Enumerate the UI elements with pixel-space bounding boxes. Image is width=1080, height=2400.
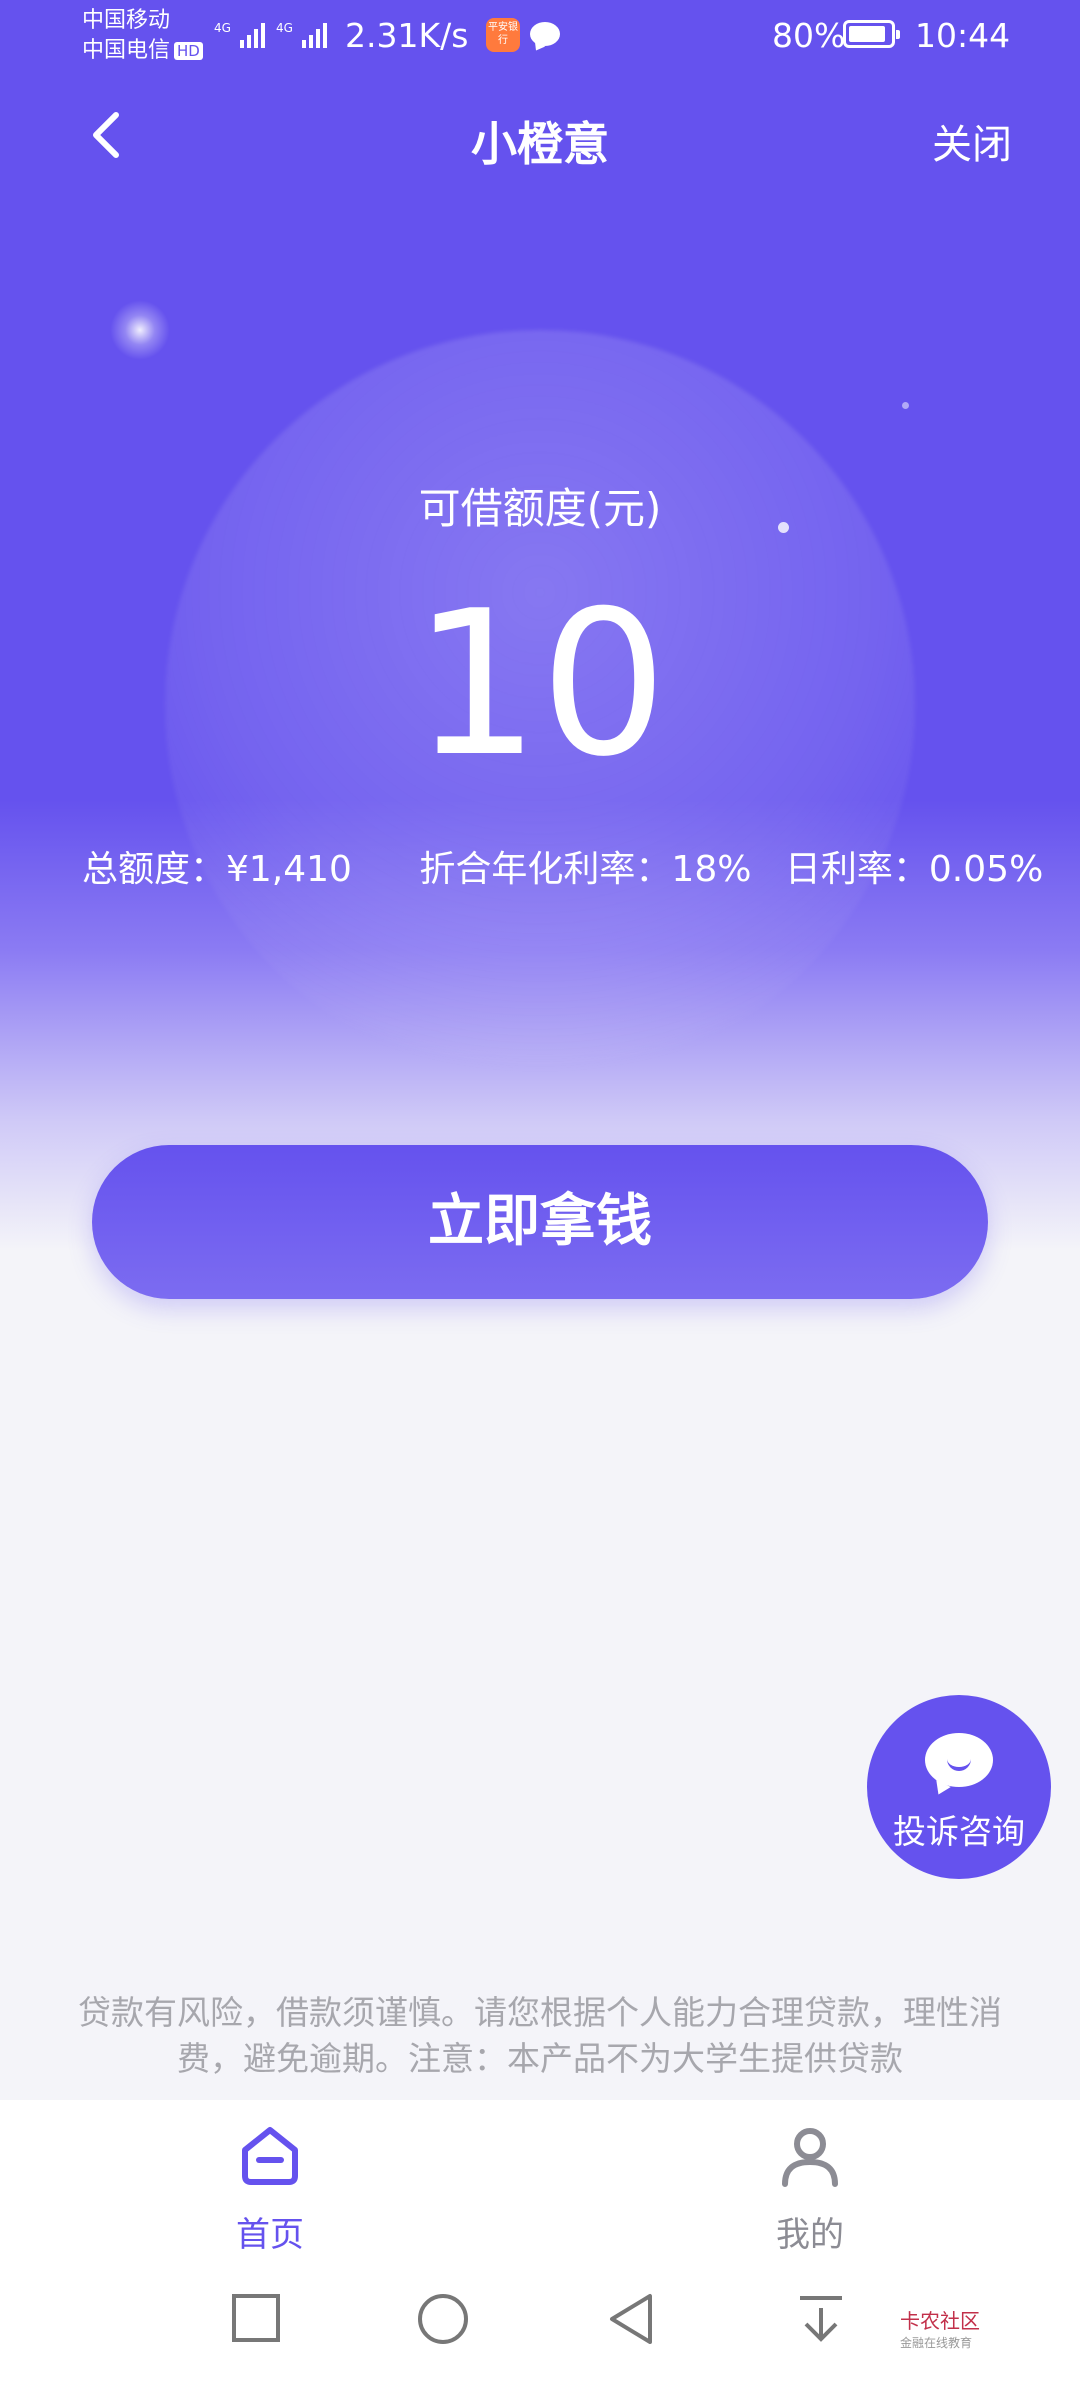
disclaimer-line-1: 贷款有风险，借款须谨慎。请您根据个人能力合理贷款，理性消 bbox=[78, 1993, 1002, 2032]
available-limit-amount: 10 bbox=[412, 568, 668, 801]
risk-disclaimer: 贷款有风险，借款须谨慎。请您根据个人能力合理贷款，理性消 费，避免逾期。注意：本… bbox=[48, 1990, 1032, 2082]
tab-home[interactable]: 首页 bbox=[170, 2120, 370, 2256]
back-triangle-icon[interactable] bbox=[606, 2292, 656, 2346]
chat-bubble-icon bbox=[925, 1733, 993, 1787]
carrier-2: 中国电信 bbox=[82, 38, 171, 63]
complaint-label: 投诉咨询 bbox=[893, 1812, 1025, 1851]
status-bar: 中国移动 中国电信 HD 4G 4G 2.31K/s 平安银行 80% 10:44 bbox=[0, 0, 1080, 80]
signal-4g-icon-2: 4G bbox=[276, 21, 327, 48]
total-limit: 总额度：¥1,410 bbox=[82, 849, 352, 890]
hd-badge: HD bbox=[174, 42, 203, 60]
message-icon bbox=[530, 22, 560, 46]
tab-mine-label: 我的 bbox=[776, 2215, 844, 2255]
home-icon bbox=[242, 2127, 298, 2185]
battery-percentage: 80% bbox=[772, 16, 846, 55]
carrier-1: 中国移动 bbox=[82, 8, 171, 33]
user-icon bbox=[782, 2128, 838, 2187]
get-money-button[interactable]: 立即拿钱 bbox=[92, 1145, 988, 1299]
decorative-sparkle bbox=[110, 300, 170, 360]
watermark-name: 卡农社区 bbox=[900, 2309, 980, 2333]
rate-info: 总额度：¥1,410 折合年化利率：18% 日利率：0.05% bbox=[82, 840, 1043, 892]
recent-apps-icon[interactable] bbox=[230, 2292, 282, 2344]
close-button[interactable]: 关闭 bbox=[932, 112, 1012, 170]
watermark-sub: 金融在线教育 bbox=[900, 2336, 973, 2350]
tab-mine[interactable]: 我的 bbox=[710, 2120, 910, 2256]
bottom-tab-bar: 首页 我的 bbox=[0, 2100, 1080, 2255]
available-limit-label: 可借额度(元) bbox=[418, 484, 662, 533]
svg-text:4G: 4G bbox=[214, 21, 231, 35]
complaint-consult-button[interactable]: 投诉咨询 bbox=[867, 1695, 1051, 1879]
svg-text:4G: 4G bbox=[276, 21, 293, 35]
signal-4g-icon: 4G bbox=[214, 21, 265, 48]
annual-rate: 折合年化利率：18% bbox=[419, 849, 752, 890]
tab-home-label: 首页 bbox=[236, 2215, 304, 2255]
carrier-info: 中国移动 中国电信 HD bbox=[82, 6, 203, 66]
battery-icon bbox=[843, 20, 900, 48]
daily-rate: 日利率：0.05% bbox=[784, 849, 1044, 890]
disclaimer-line-2: 费，避免逾期。注意：本产品不为大学生提供贷款 bbox=[177, 2039, 903, 2078]
clock: 10:44 bbox=[915, 16, 1011, 55]
network-speed: 2.31K/s bbox=[345, 16, 469, 55]
page-title: 小橙意 bbox=[471, 117, 609, 171]
decorative-dot bbox=[902, 402, 909, 409]
watermark: 卡农社区 金融在线教育 bbox=[900, 2305, 980, 2351]
home-circle-icon[interactable] bbox=[416, 2292, 470, 2346]
notification-pull-icon[interactable] bbox=[796, 2292, 846, 2346]
bank-app-icon: 平安银行 bbox=[486, 18, 520, 52]
